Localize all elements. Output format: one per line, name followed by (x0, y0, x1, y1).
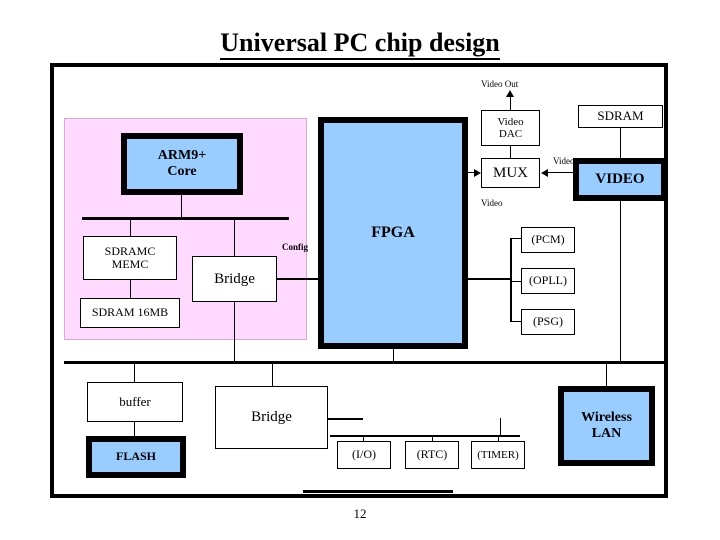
mux-block[interactable]: MUX (481, 158, 540, 188)
bus-to-sdramc-line (130, 220, 131, 236)
video-left-label: Video (481, 198, 503, 208)
bus-to-bridge-top-line (234, 220, 235, 256)
opll-block[interactable]: (OPLL) (521, 268, 575, 294)
wireless-lan-block[interactable]: Wireless LAN (558, 386, 655, 466)
sdram-block[interactable]: SDRAM (578, 105, 663, 128)
page-number: 12 (353, 506, 367, 521)
dac-to-mux-line (510, 146, 511, 158)
mainbus-to-wlan-line (606, 364, 607, 386)
buffer-block[interactable]: buffer (87, 382, 183, 422)
soc-internal-bus (82, 217, 289, 220)
psg-block[interactable]: (PSG) (521, 309, 575, 335)
slide-canvas: Universal PC chip design Video Out Video… (0, 0, 720, 540)
video-to-mux-arrowhead (541, 169, 548, 177)
audio-vertical-bus (510, 238, 512, 322)
io-block[interactable]: (I/O) (337, 441, 391, 469)
fpga-block[interactable]: FPGA (318, 117, 468, 349)
bridge-top-block[interactable]: Bridge (192, 256, 277, 302)
video-right-label: Video (553, 156, 575, 166)
fpga-audio-bus-line (468, 278, 511, 280)
page-title-text: Universal PC chip design (220, 28, 500, 60)
bridge-bottom-block[interactable]: Bridge (215, 386, 328, 449)
config-label: Config (282, 242, 309, 252)
video-out-arrowhead (506, 90, 514, 97)
bridge-to-peripheral-bus-line (328, 418, 363, 420)
mainbus-to-bridge-bottom-line (272, 364, 273, 386)
video-dac-block[interactable]: Video DAC (481, 110, 540, 146)
rtc-block[interactable]: (RTC) (405, 441, 459, 469)
video-block[interactable]: VIDEO (573, 158, 667, 201)
video-down-line (620, 201, 621, 362)
arm9-core-block[interactable]: ARM9+ Core (121, 133, 243, 195)
sdram-16mb-block[interactable]: SDRAM 16MB (80, 298, 180, 328)
buffer-to-flash-line (134, 422, 135, 436)
sdramc-to-sdram16-line (130, 280, 131, 298)
sdramc-memc-block[interactable]: SDRAMC MEMC (83, 236, 177, 280)
arm-to-bus-line (181, 195, 182, 218)
flash-block[interactable]: FLASH (86, 436, 186, 478)
peripheral-bus (330, 435, 520, 437)
mainbus-to-buffer-line (134, 364, 135, 382)
timer-block[interactable]: (TIMER) (471, 441, 525, 469)
main-board-bus (64, 361, 668, 364)
sdram-to-video-line (620, 128, 621, 158)
footer-divider (303, 490, 453, 493)
bridge-to-fpga-config-line (277, 278, 322, 280)
bridge-top-to-mainbus-line (234, 302, 235, 362)
peripheral-bus-drop-line (500, 418, 501, 436)
pcm-block[interactable]: (PCM) (521, 227, 575, 253)
fpga-to-mux-arrowhead (474, 169, 481, 177)
page-title: Universal PC chip design (0, 28, 720, 60)
video-out-label: Video Out (481, 79, 519, 89)
